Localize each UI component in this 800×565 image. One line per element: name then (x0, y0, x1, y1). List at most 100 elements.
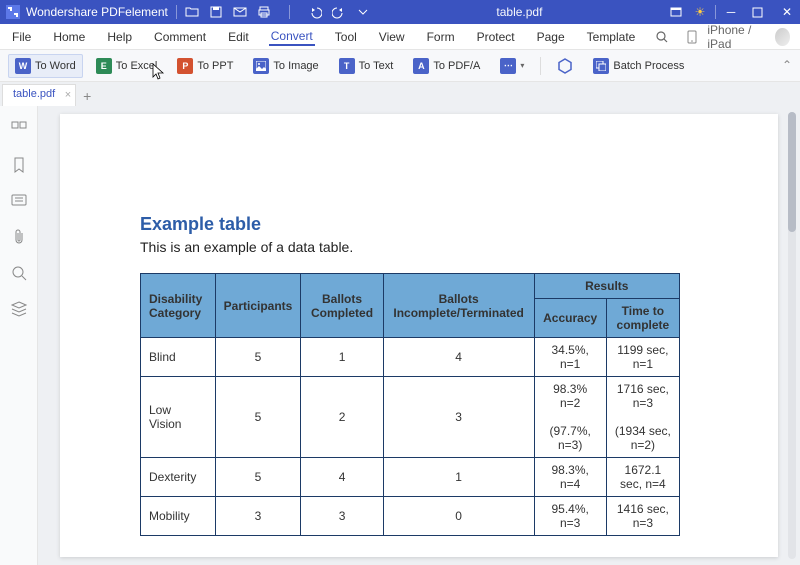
window-title: table.pdf (370, 5, 669, 19)
thumbnails-icon[interactable] (10, 120, 28, 138)
attachments-icon[interactable] (10, 228, 28, 246)
title-right-icons: ☀ (669, 5, 707, 19)
search-icon[interactable] (655, 30, 669, 44)
document-content: Example table This is an example of a da… (60, 114, 778, 556)
search-panel-icon[interactable] (10, 264, 28, 282)
save-icon[interactable] (209, 5, 223, 19)
scrollbar-thumb[interactable] (788, 112, 796, 232)
close-tab-icon[interactable]: × (65, 89, 71, 101)
to-word-label: To Word (35, 60, 76, 72)
more-convert-button[interactable]: ⋯ ▾ (493, 54, 531, 78)
to-excel-button[interactable]: E To Excel (89, 54, 165, 78)
image-icon (253, 58, 269, 74)
cell-time: 1716 sec, n=3(1934 sec, n=2) (606, 377, 679, 458)
cell-incomplete: 4 (383, 338, 534, 377)
menu-edit[interactable]: Edit (226, 28, 251, 46)
collapse-ribbon-icon[interactable]: ⌃ (782, 58, 792, 72)
app-name: Wondershare PDFelement (26, 5, 168, 19)
menu-home[interactable]: Home (51, 28, 87, 46)
hex-button[interactable] (550, 54, 580, 78)
more-icon: ⋯ (500, 58, 516, 74)
to-pdfa-button[interactable]: A To PDF/A (406, 54, 487, 78)
app-logo-icon (6, 5, 20, 19)
col-time: Time to complete (606, 299, 679, 338)
mobile-icon[interactable] (687, 30, 697, 44)
minimize-icon[interactable]: ─ (724, 5, 738, 19)
to-text-label: To Text (359, 60, 394, 72)
col-participants: Participants (215, 274, 301, 338)
folder-icon[interactable] (185, 5, 199, 19)
cell-category: Blind (141, 338, 216, 377)
mail-icon[interactable] (233, 5, 247, 19)
cell-time: 1199 sec, n=1 (606, 338, 679, 377)
to-ppt-button[interactable]: P To PPT (170, 54, 240, 78)
redo-icon[interactable] (332, 5, 346, 19)
separator (176, 5, 177, 19)
hexagon-icon (557, 58, 573, 74)
table-row: Blind51434.5%, n=11199 sec, n=1 (141, 338, 680, 377)
batch-process-button[interactable]: Batch Process (586, 54, 691, 78)
cell-completed: 1 (301, 338, 383, 377)
menu-tool[interactable]: Tool (333, 28, 359, 46)
col-incomplete: Ballots Incomplete/Terminated (383, 274, 534, 338)
cell-participants: 5 (215, 458, 301, 497)
to-pdfa-label: To PDF/A (433, 60, 480, 72)
to-text-button[interactable]: T To Text (332, 54, 401, 78)
excel-icon: E (96, 58, 112, 74)
cell-category: Low Vision (141, 377, 216, 458)
to-image-button[interactable]: To Image (246, 54, 325, 78)
cell-incomplete: 1 (383, 458, 534, 497)
batch-label: Batch Process (613, 60, 684, 72)
annotations-icon[interactable] (10, 192, 28, 210)
menu-template[interactable]: Template (585, 28, 638, 46)
cell-time: 1672.1 sec, n=4 (606, 458, 679, 497)
window-mode-icon[interactable] (669, 5, 683, 19)
user-avatar-icon[interactable] (775, 28, 790, 46)
doc-intro: This is an example of a data table. (140, 239, 698, 255)
cell-participants: 5 (215, 377, 301, 458)
maximize-icon[interactable] (752, 7, 766, 18)
add-tab-button[interactable]: + (76, 88, 98, 106)
to-word-button[interactable]: W To Word (8, 54, 83, 78)
doc-heading: Example table (140, 214, 698, 235)
workspace: Example table This is an example of a da… (0, 106, 800, 565)
ppt-icon: P (177, 58, 193, 74)
to-excel-label: To Excel (116, 60, 158, 72)
cell-accuracy: 95.4%, n=3 (534, 497, 606, 536)
menu-help[interactable]: Help (105, 28, 134, 46)
menu-protect[interactable]: Protect (475, 28, 517, 46)
left-sidebar (0, 106, 38, 565)
separator (715, 5, 716, 19)
cell-completed: 3 (301, 497, 383, 536)
bookmark-icon[interactable] (10, 156, 28, 174)
cell-participants: 3 (215, 497, 301, 536)
menu-file[interactable]: File (10, 28, 33, 46)
document-canvas[interactable]: Example table This is an example of a da… (38, 106, 800, 565)
doc-tab[interactable]: table.pdf × (2, 84, 76, 106)
menu-comment[interactable]: Comment (152, 28, 208, 46)
ribbon-convert: W To Word E To Excel P To PPT To Image T… (0, 50, 800, 82)
cell-completed: 4 (301, 458, 383, 497)
undo-icon[interactable] (308, 5, 322, 19)
cell-accuracy: 98.3%, n=4 (534, 458, 606, 497)
print-icon[interactable] (257, 5, 271, 19)
window-controls: ─ ✕ (724, 5, 794, 19)
table-row: Mobility33095.4%, n=31416 sec, n=3 (141, 497, 680, 536)
to-image-label: To Image (273, 60, 318, 72)
theme-icon[interactable]: ☀ (693, 5, 707, 19)
menu-view[interactable]: View (377, 28, 407, 46)
quick-access (185, 5, 370, 19)
close-icon[interactable]: ✕ (780, 5, 794, 19)
iphone-ipad-link[interactable]: iPhone / iPad (707, 23, 765, 51)
menu-convert[interactable]: Convert (269, 27, 315, 46)
dropdown-icon[interactable] (356, 7, 370, 17)
word-icon: W (15, 58, 31, 74)
layers-icon[interactable] (10, 300, 28, 318)
cell-category: Mobility (141, 497, 216, 536)
menu-page[interactable]: Page (535, 28, 567, 46)
page: Example table This is an example of a da… (60, 114, 778, 557)
col-accuracy: Accuracy (534, 299, 606, 338)
doc-tab-label: table.pdf (13, 88, 55, 100)
menu-form[interactable]: Form (425, 28, 457, 46)
document-tabs: table.pdf × + (0, 82, 800, 106)
